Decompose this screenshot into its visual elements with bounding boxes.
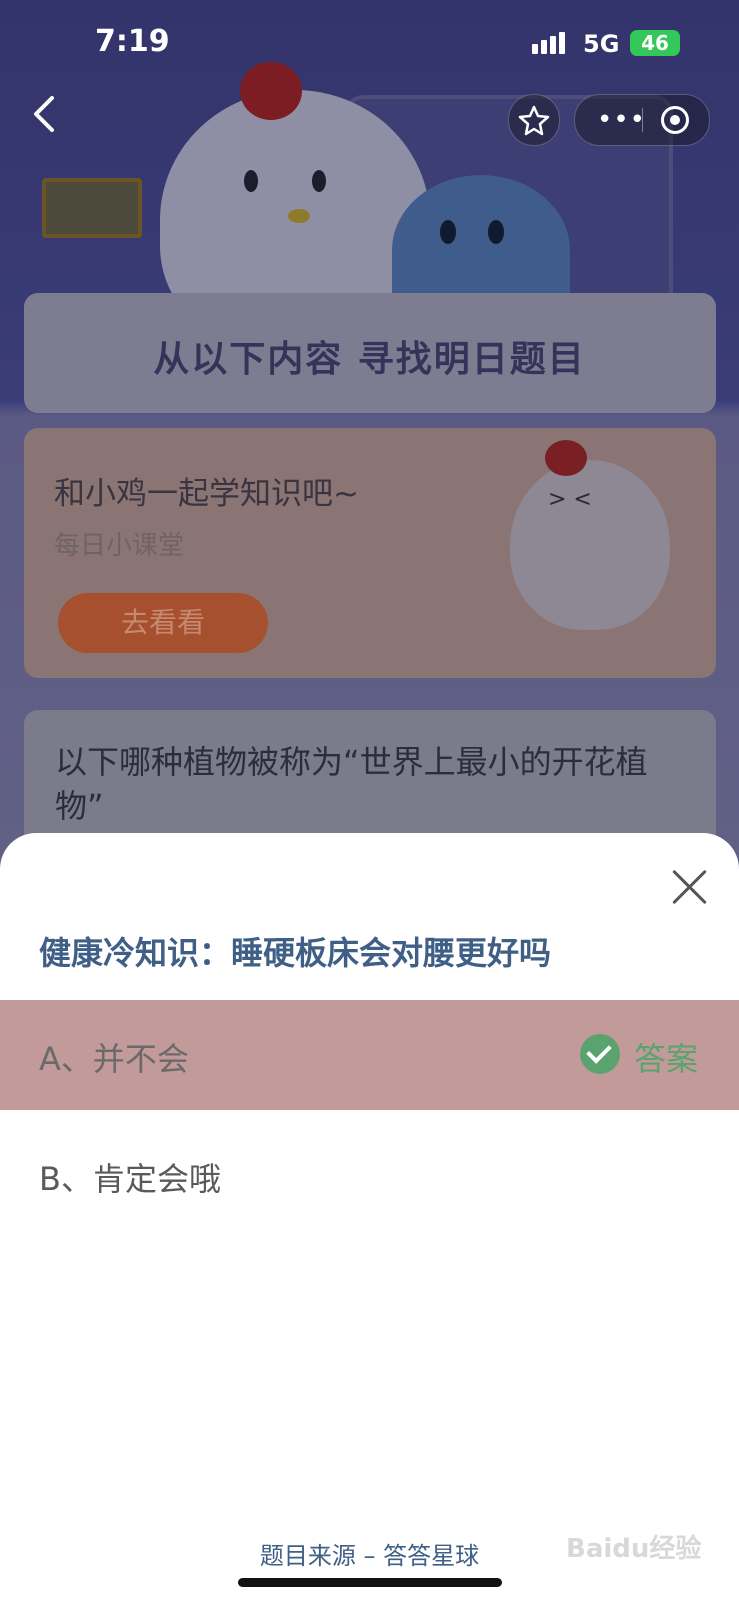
star-check-icon[interactable] xyxy=(508,94,560,146)
capsule-divider xyxy=(642,108,643,132)
check-circle-icon xyxy=(580,1034,620,1074)
medal-frame-illustration xyxy=(42,178,142,238)
alien-eye xyxy=(440,220,456,244)
section-heading: 从以下内容 寻找明日题目 xyxy=(153,339,586,380)
alien-eye xyxy=(488,220,504,244)
network-type: 5G xyxy=(583,30,620,58)
lesson-card-title: 和小鸡一起学知识吧~ xyxy=(54,476,359,512)
option-b[interactable]: B、肯定会哦 xyxy=(0,1120,739,1230)
chick-mascot xyxy=(510,460,670,630)
chick-comb xyxy=(545,440,587,476)
hen-eye xyxy=(244,170,258,192)
option-a-label: A、并不会 xyxy=(39,1040,189,1078)
more-icon[interactable]: ••• xyxy=(597,105,646,135)
signal-icon xyxy=(532,32,568,54)
watermark: Baidu经验 xyxy=(566,1534,702,1564)
back-icon[interactable] xyxy=(30,94,70,144)
status-time: 7:19 xyxy=(95,24,170,59)
close-icon[interactable] xyxy=(668,866,710,908)
status-bar: 7:19 5G 46 xyxy=(0,0,739,88)
hen-eye xyxy=(312,170,326,192)
mini-program-capsule: ••• xyxy=(574,94,710,146)
lesson-card-subtitle: 每日小课堂 xyxy=(54,531,185,561)
battery-icon: 46 xyxy=(630,30,680,56)
chick-face: > < xyxy=(548,487,592,512)
question-title: 健康冷知识：睡硬板床会对腰更好吗 xyxy=(39,934,552,972)
answer-label: 答案 xyxy=(634,1040,699,1078)
hen-beak xyxy=(288,209,310,223)
option-b-label: B、肯定会哦 xyxy=(39,1160,221,1198)
option-a[interactable]: A、并不会 答案 xyxy=(0,1000,739,1110)
next-question-text: 以下哪种植物被称为“世界上最小的开花植物” xyxy=(55,743,648,825)
target-icon[interactable] xyxy=(661,106,689,134)
go-see-button[interactable]: 去看看 xyxy=(58,593,268,653)
home-indicator[interactable] xyxy=(238,1578,502,1587)
